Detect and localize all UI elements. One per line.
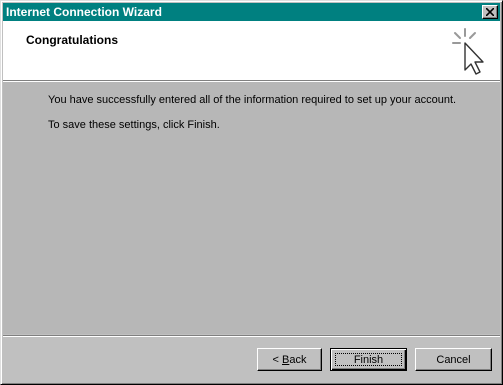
back-label-mnemonic: B [282,353,290,366]
title-bar[interactable]: Internet Connection Wizard [3,3,500,21]
page-title: Congratulations [26,33,118,47]
finish-instruction: To save these settings, click Finish. [48,119,220,131]
finish-button[interactable]: Finish [330,348,407,371]
close-button[interactable] [482,5,498,19]
back-label-prefix: < [272,353,282,366]
wizard-window: Internet Connection Wizard Congratulatio… [0,0,503,385]
wizard-cursor-icon [452,28,484,75]
success-message: You have successfully entered all of the… [48,94,457,106]
back-button[interactable]: < Back [257,348,322,371]
cancel-button[interactable]: Cancel [415,348,492,371]
back-label-rest: ack [289,353,307,366]
wizard-header: Congratulations [3,21,500,80]
wizard-content: You have successfully entered all of the… [3,82,500,334]
close-icon [486,8,494,16]
cancel-label: Cancel [436,353,471,366]
footer-divider-highlight [3,336,500,337]
window-title: Internet Connection Wizard [6,5,162,19]
focus-rectangle [335,353,402,366]
